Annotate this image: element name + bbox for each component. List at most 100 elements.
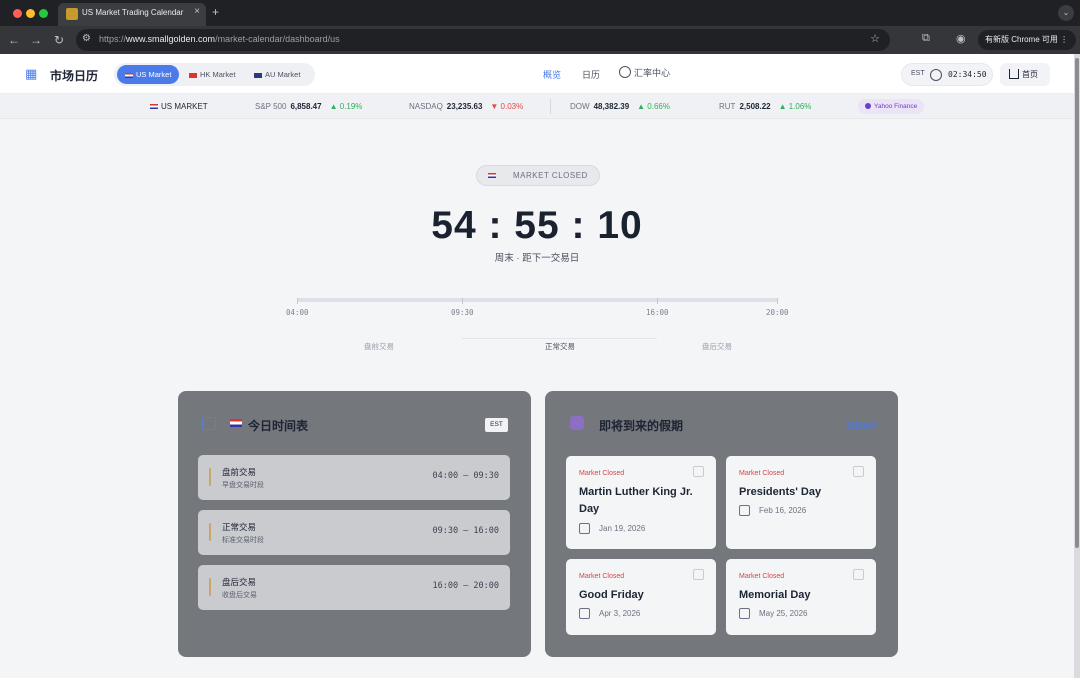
session-indicator [209,523,211,541]
clock-timezone: EST [911,70,925,77]
tab-close-icon[interactable]: × [194,6,200,17]
nav-overview[interactable]: 概览 [543,68,561,81]
timezone-clock[interactable]: EST 02:34:50 [901,63,993,86]
upcoming-holidays-card: 即将到来的假期 查看全部 Market Closed Martin Luther… [545,391,898,657]
ticker-item[interactable]: RUT 2,508.22 ▲ 1.06% [719,102,811,111]
url-text[interactable]: https://www.smallgolden.com/market-calen… [99,34,340,44]
tab-search-button[interactable]: ⌄ [1058,5,1074,21]
session-name: 盘后交易 [222,577,257,587]
scrollbar-thumb[interactable] [1075,58,1079,548]
calendar-icon [579,523,590,534]
holiday-status: Market Closed [579,573,625,580]
ticker-item[interactable]: S&P 500 6,858.47 ▲ 0.19% [255,102,362,111]
close-window-button[interactable] [13,9,22,18]
holiday-card[interactable]: Market Closed Good Friday Apr 3, 2026 [566,559,716,635]
holiday-name: Presidents' Day [739,486,822,498]
session-description: 早盘交易时段 [222,482,264,489]
yahoo-icon [865,103,871,109]
countdown-subtitle: 周末 · 距下一交易日 [494,253,580,264]
session-description: 标准交易时段 [222,537,264,544]
browser-tab-strip: US Market Trading Calendar × + ⌄ [0,0,1080,26]
chrome-update-button[interactable]: 有新版 Chrome 可用 ⋮ [978,30,1076,50]
profile-avatar-icon[interactable]: ◉ [956,32,966,45]
forward-arrow-icon[interactable]: → [27,31,45,49]
schedule-title: 今日时间表 [248,419,309,433]
holiday-date: Apr 3, 2026 [599,609,641,618]
us-flag-icon [230,419,242,427]
holiday-card[interactable]: Market Closed Presidents' Day Feb 16, 20… [726,456,876,549]
session-time: 09:30 – 16:00 [432,526,499,536]
calendar-icon [739,608,750,619]
calendar-icon [202,417,216,430]
maximize-window-button[interactable] [39,9,48,18]
nav-calendar[interactable]: 日历 [582,68,600,81]
address-bar[interactable]: ⚙ https://www.smallgolden.com/market-cal… [76,29,890,51]
holiday-date: Feb 16, 2026 [759,506,807,515]
holiday-name: Martin Luther King Jr. Day [579,486,693,515]
timeline-tick [297,298,298,304]
holiday-date: Jan 19, 2026 [599,524,646,533]
browser-toolbar: ← → ↻ ⚙ https://www.smallgolden.com/mark… [0,26,1080,54]
ticker-market-label: US MARKET [150,102,208,111]
view-all-holidays-link[interactable]: 查看全部 [846,420,878,431]
holidays-title: 即将到来的假期 [599,419,684,433]
extensions-puzzle-icon[interactable]: ⧉ [922,32,930,45]
ticker-item[interactable]: DOW 48,382.39 ▲ 0.66% [570,102,670,111]
calendar-icon [739,505,750,516]
exchange-icon [619,66,631,78]
holiday-decoration-icon [693,466,704,477]
schedule-row-premarket[interactable]: 盘前交易 早盘交易时段 04:00 – 09:30 [198,455,510,500]
ticker-item[interactable]: NASDAQ 23,235.63 ▼ 0.03% [409,102,523,111]
timezone-badge: EST [485,418,508,432]
tab-us-market[interactable]: US Market [117,65,180,84]
clock-icon [930,69,942,81]
clock-time: 02:34:50 [948,70,987,79]
countdown-timer: 54 : 55 : 10 [431,204,643,247]
schedule-row-afterhours[interactable]: 盘后交易 收盘后交易 16:00 – 20:00 [198,565,510,610]
yahoo-finance-badge[interactable]: Yahoo Finance [858,99,925,114]
page-viewport: ▦ 市场日历 US Market HK Market AU Market 概览 … [0,54,1074,678]
session-name: 正常交易 [222,522,257,532]
new-tab-button[interactable]: + [212,5,219,19]
schedule-row-regular[interactable]: 正常交易 标准交易时段 09:30 – 16:00 [198,510,510,555]
app-logo-title[interactable]: 市场日历 [50,67,98,84]
minimize-window-button[interactable] [26,9,35,18]
timeline-tick [777,298,778,304]
back-arrow-icon[interactable]: ← [5,31,23,49]
timeline-label: 09:30 [451,308,474,317]
home-icon [1009,69,1019,79]
browser-tab[interactable]: US Market Trading Calendar × [58,3,206,26]
holiday-name: Good Friday [579,589,644,601]
holiday-status: Market Closed [739,573,785,580]
holiday-decoration-icon [693,569,704,580]
holiday-decoration-icon [853,466,864,477]
session-label-premarket: 盘前交易 [364,342,394,351]
timeline-tick [657,298,658,304]
site-info-icon[interactable]: ⚙ [82,33,91,44]
tab-hk-market[interactable]: HK Market [181,65,243,84]
home-button[interactable]: 首页 [1000,63,1050,86]
holiday-card[interactable]: Market Closed Martin Luther King Jr. Day… [566,456,716,549]
site-favicon-icon [66,8,78,20]
holiday-status: Market Closed [579,470,625,477]
timeline-label: 16:00 [646,308,669,317]
holiday-calendar-icon [570,416,584,430]
au-flag-icon [254,72,262,78]
tab-au-market[interactable]: AU Market [246,65,308,84]
app-header: ▦ 市场日历 US Market HK Market AU Market 概览 … [0,54,1074,94]
timeline-label: 20:00 [766,308,789,317]
session-indicator [209,578,211,596]
holiday-card[interactable]: Market Closed Memorial Day May 25, 2026 [726,559,876,635]
nav-exchange-center[interactable]: 汇率中心 [619,66,670,79]
holiday-date: May 25, 2026 [759,609,808,618]
ticker-divider [550,99,551,114]
today-schedule-card: 今日时间表 EST 盘前交易 早盘交易时段 04:00 – 09:30 正常交易… [178,391,531,657]
session-indicator [209,468,211,486]
trading-hours-timeline [297,298,778,302]
timeline-tick [462,298,463,304]
market-status-badge: MARKET CLOSED [476,165,600,186]
session-time: 16:00 – 20:00 [432,581,499,591]
bookmark-star-icon[interactable]: ☆ [870,32,880,45]
session-divider [462,338,657,339]
reload-icon[interactable]: ↻ [50,31,68,49]
